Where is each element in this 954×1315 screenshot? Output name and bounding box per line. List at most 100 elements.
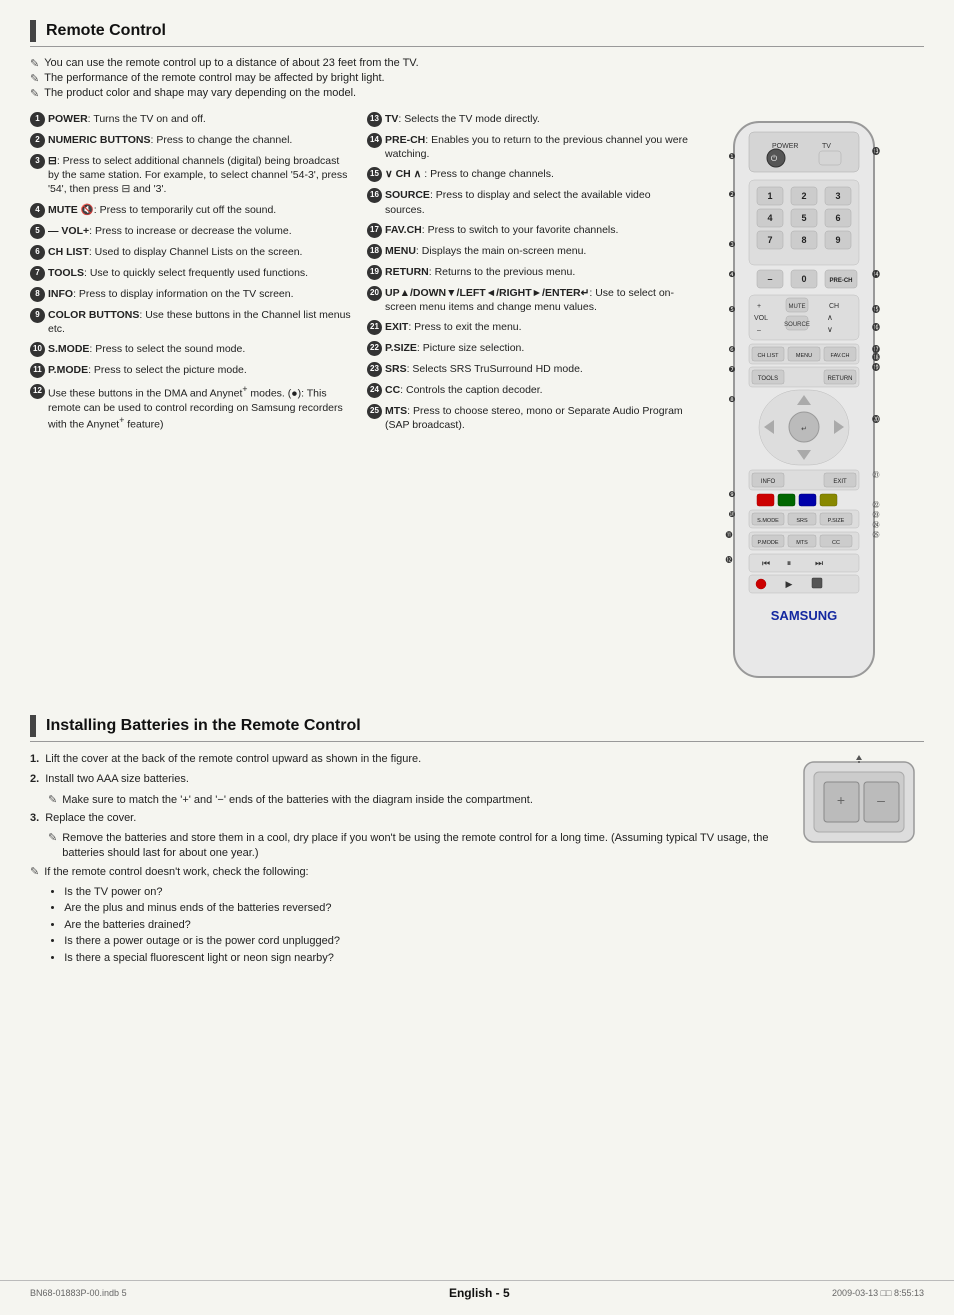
desc-item-15: 15 ∨ CH ∧ : Press to change channels.: [367, 167, 689, 182]
desc-item-2: 2 NUMERIC BUTTONS: Press to change the c…: [30, 133, 352, 148]
svg-text:1: 1: [767, 191, 772, 201]
desc-text-10: S.MODE: Press to select the sound mode.: [48, 342, 245, 357]
num-badge-11: 11: [30, 363, 45, 378]
desc-item-22: 22 P.SIZE: Picture size selection.: [367, 341, 689, 356]
svg-text:❿: ❿: [728, 510, 735, 519]
note-icon-1: ✎: [30, 57, 39, 70]
remote-control-diagram: POWER TV ⏻ 1 2 3: [704, 112, 904, 692]
svg-text:↵: ↵: [801, 426, 807, 433]
desc-text-11: P.MODE: Press to select the picture mode…: [48, 363, 247, 378]
num-badge-22: 22: [367, 341, 382, 356]
svg-text:CH: CH: [829, 303, 839, 310]
section-bar: [30, 20, 36, 42]
svg-text:SRS: SRS: [796, 518, 808, 524]
desc-text-17: FAV.CH: Press to switch to your favorite…: [385, 223, 618, 238]
desc-item-4: 4 MUTE 🔇: Press to temporarily cut off t…: [30, 203, 352, 218]
batteries-section-title: Installing Batteries in the Remote Contr…: [46, 717, 361, 735]
svg-text:2: 2: [801, 191, 806, 201]
desc-item-18: 18 MENU: Displays the main on-screen men…: [367, 244, 689, 259]
bat-bullet-2: Are the plus and minus ends of the batte…: [64, 900, 340, 917]
note-icon-3: ✎: [30, 87, 39, 100]
num-badge-1: 1: [30, 112, 45, 127]
svg-text:7: 7: [767, 235, 772, 245]
svg-text:⓬: ⓬: [726, 556, 733, 564]
bat-step-2-note: ✎ Make sure to match the '+' and '−' end…: [48, 793, 774, 808]
desc-item-8: 8 INFO: Press to display information on …: [30, 287, 352, 302]
num-badge-12: 12: [30, 384, 45, 399]
remote-section-header: Remote Control: [30, 20, 924, 47]
svg-text:TV: TV: [822, 143, 831, 150]
num-badge-24: 24: [367, 383, 382, 398]
desc-text-18: MENU: Displays the main on-screen menu.: [385, 244, 586, 259]
desc-item-14: 14 PRE-CH: Enables you to return to the …: [367, 133, 689, 161]
svg-text:–: –: [767, 274, 772, 284]
bat-if-note: ✎ If the remote control doesn't work, ch…: [30, 865, 774, 966]
remote-image-container: POWER TV ⏻ 1 2 3: [704, 112, 924, 695]
bat-step-3-note: ✎ Remove the batteries and store them in…: [48, 831, 774, 861]
desc-text-20: UP▲/DOWN▼/LEFT◄/RIGHT►/ENTER↵: Use to se…: [385, 286, 689, 314]
num-badge-4: 4: [30, 203, 45, 218]
desc-text-6: CH LIST: Used to display Channel Lists o…: [48, 245, 302, 260]
bat-step-1: 1. Lift the cover at the back of the rem…: [30, 752, 774, 767]
svg-text:CH LIST: CH LIST: [757, 353, 779, 359]
bat-if-icon: ✎: [30, 865, 39, 880]
svg-text:❹: ❹: [728, 270, 735, 279]
bat-step-3-note-text: Remove the batteries and store them in a…: [62, 831, 774, 861]
num-badge-6: 6: [30, 245, 45, 260]
num-badge-10: 10: [30, 342, 45, 357]
desc-item-16: 16 SOURCE: Press to display and select t…: [367, 188, 689, 216]
batteries-content: 1. Lift the cover at the back of the rem…: [30, 752, 924, 966]
svg-text:P.MODE: P.MODE: [758, 540, 779, 546]
svg-text:⏭: ⏭: [815, 558, 823, 568]
batteries-section-bar: [30, 715, 36, 737]
page-footer: BN68-01883P-00.indb 5 English - 5 2009-0…: [0, 1280, 954, 1300]
svg-text:INFO: INFO: [761, 479, 776, 485]
num-badge-21: 21: [367, 320, 382, 335]
desc-item-10: 10 S.MODE: Press to select the sound mod…: [30, 342, 352, 357]
bat-bullet-1: Is the TV power on?: [64, 884, 340, 901]
svg-text:㉒: ㉒: [873, 501, 880, 509]
num-badge-3: 3: [30, 154, 45, 169]
svg-text:+: +: [757, 303, 761, 310]
desc-text-13: TV: Selects the TV mode directly.: [385, 112, 540, 127]
desc-item-25: 25 MTS: Press to choose stereo, mono or …: [367, 404, 689, 432]
num-badge-15: 15: [367, 167, 382, 182]
num-badge-20: 20: [367, 286, 382, 301]
svg-text:∨: ∨: [827, 325, 833, 334]
svg-text:⓮: ⓮: [872, 270, 880, 279]
svg-text:TOOLS: TOOLS: [758, 376, 778, 382]
svg-text:–: –: [877, 792, 885, 808]
num-badge-25: 25: [367, 404, 382, 419]
svg-text:⓳: ⓳: [872, 363, 880, 372]
desc-item-17: 17 FAV.CH: Press to switch to your favor…: [367, 223, 689, 238]
svg-text:❶: ❶: [728, 152, 735, 161]
footer-page-number: English - 5: [449, 1286, 510, 1300]
svg-text:8: 8: [801, 235, 806, 245]
desc-text-2: NUMERIC BUTTONS: Press to change the cha…: [48, 133, 292, 148]
svg-text:⓭: ⓭: [872, 146, 880, 156]
svg-text:㉓: ㉓: [873, 511, 880, 519]
bat-bullet-5: Is there a special fluorescent light or …: [64, 950, 340, 967]
desc-item-9: 9 COLOR BUTTONS: Use these buttons in th…: [30, 308, 352, 336]
svg-text:PRE-CH: PRE-CH: [829, 278, 852, 284]
svg-text:CC: CC: [832, 540, 840, 546]
desc-text-22: P.SIZE: Picture size selection.: [385, 341, 524, 356]
desc-text-23: SRS: Selects SRS TruSurround HD mode.: [385, 362, 583, 377]
bat-bullet-list: Is the TV power on? Are the plus and min…: [64, 884, 340, 967]
note-text-2: The performance of the remote control ma…: [44, 72, 384, 84]
note-item-1: ✎ You can use the remote control up to a…: [30, 57, 924, 70]
svg-text:㉑: ㉑: [873, 471, 880, 479]
bat-if-content: If the remote control doesn't work, chec…: [44, 865, 340, 966]
svg-text:⏻: ⏻: [771, 154, 778, 163]
num-badge-8: 8: [30, 287, 45, 302]
num-badge-13: 13: [367, 112, 382, 127]
desc-item-23: 23 SRS: Selects SRS TruSurround HD mode.: [367, 362, 689, 377]
svg-text:❼: ❼: [728, 365, 735, 374]
desc-col-right: 13 TV: Selects the TV mode directly. 14 …: [367, 112, 689, 695]
desc-item-6: 6 CH LIST: Used to display Channel Lists…: [30, 245, 352, 260]
svg-text:MENU: MENU: [796, 353, 812, 359]
bat-step-2: 2. Install two AAA size batteries.: [30, 772, 774, 787]
desc-item-7: 7 TOOLS: Use to quickly select frequentl…: [30, 266, 352, 281]
remote-content: 1 POWER: Turns the TV on and off. 2 NUME…: [30, 112, 924, 695]
desc-text-1: POWER: Turns the TV on and off.: [48, 112, 206, 127]
